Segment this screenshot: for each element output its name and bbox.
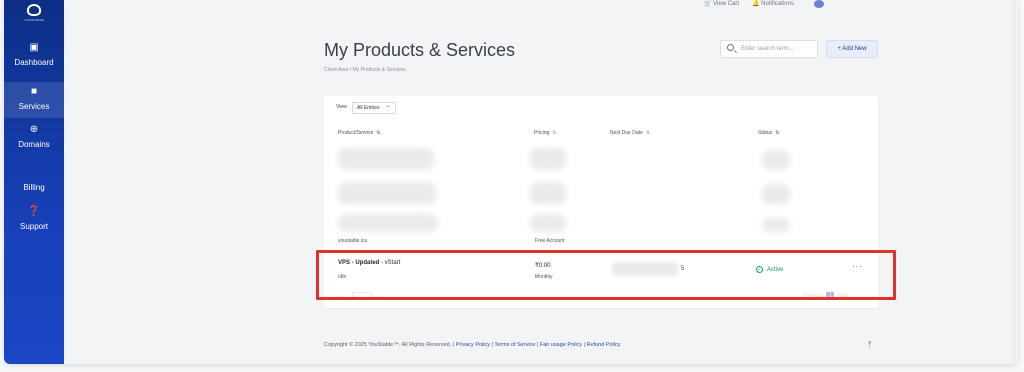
page-title: My Products & Services	[324, 40, 516, 60]
redacted-cell	[762, 150, 790, 170]
breadcrumb: Client Area / My Products & Services	[324, 67, 406, 73]
sidebar-item-label: Support	[19, 222, 49, 231]
terms-of-service-link[interactable]: Terms of Service	[494, 342, 535, 348]
logo-text: YOUSTABLE	[24, 18, 44, 22]
view-cart-link[interactable]: 🛒 View Cart	[704, 0, 739, 7]
globe-icon: ⊕	[29, 124, 39, 135]
scrollbar[interactable]	[1012, 0, 1016, 364]
sidebar-item-domains[interactable]: ⊕ Domains	[4, 124, 64, 156]
copyright-text: Copyright © 2025 YouStable™. All Rights …	[324, 342, 455, 348]
redacted-cell	[338, 148, 434, 170]
redacted-cell	[530, 214, 566, 232]
logo-icon	[27, 4, 41, 16]
redacted-cell	[530, 148, 566, 170]
sort-icon: ⇅	[645, 130, 650, 136]
search-placeholder: Enter search term...	[741, 46, 794, 52]
scroll-to-top-icon[interactable]: ⤒	[868, 340, 872, 350]
privacy-policy-link[interactable]: Privacy Policy	[456, 342, 490, 348]
redacted-cell	[762, 184, 790, 204]
refund-policy-link[interactable]: Refund Policy	[587, 342, 621, 348]
column-header-product[interactable]: Product/Service ⇅	[338, 130, 381, 136]
add-new-button[interactable]: + Add New	[826, 40, 878, 58]
sidebar: YOUSTABLE ▣ Dashboard ■ Services ⊕ Domai…	[4, 0, 64, 364]
footer: Copyright © 2025 YouStable™. All Rights …	[324, 342, 621, 348]
app-window: YOUSTABLE ▣ Dashboard ■ Services ⊕ Domai…	[4, 0, 1018, 364]
view-cart-label: View Cart	[713, 1, 740, 7]
sidebar-item-label: Services	[18, 102, 50, 111]
redacted-cell	[338, 214, 438, 232]
notifications-label: Notifications	[761, 1, 794, 7]
product-cell[interactable]: youstable.icu	[338, 238, 367, 244]
sidebar-item-billing[interactable]: Billing	[4, 183, 64, 199]
view-label: View	[336, 104, 347, 110]
sidebar-item-label: Billing	[23, 183, 45, 192]
search-input[interactable]: Enter search term...	[720, 40, 818, 58]
search-icon	[727, 44, 734, 51]
screenshot-frame: YOUSTABLE ▣ Dashboard ■ Services ⊕ Domai…	[0, 0, 1024, 372]
column-header-status[interactable]: Status ⇅	[758, 130, 779, 136]
redacted-cell	[762, 218, 790, 232]
sidebar-item-support[interactable]: ❓ Support	[4, 206, 64, 238]
sidebar-item-label: Domains	[18, 140, 50, 149]
fair-usage-policy-link[interactable]: Fair usage Policy	[540, 342, 582, 348]
view-entries-select[interactable]: All Entries	[352, 101, 396, 114]
pricing-cell: Free Account	[535, 238, 565, 244]
dashboard-icon: ▣	[29, 42, 39, 53]
sort-icon: ⇅	[552, 130, 557, 136]
redacted-cell	[530, 182, 566, 204]
brand-logo[interactable]: YOUSTABLE	[22, 4, 46, 26]
sort-icon: ⇅	[376, 130, 381, 136]
sidebar-item-dashboard[interactable]: ▣ Dashboard	[4, 40, 64, 80]
sidebar-item-services[interactable]: ■ Services	[4, 82, 64, 118]
user-avatar[interactable]	[814, 0, 824, 8]
highlight-annotation-box	[316, 250, 896, 300]
sidebar-item-label: Dashboard	[14, 58, 54, 67]
column-header-pricing[interactable]: Pricing ⇅	[534, 130, 557, 136]
column-header-next-due-date[interactable]: Next Due Date ⇅	[610, 130, 650, 136]
support-icon: ❓	[27, 206, 41, 217]
sort-icon: ⇅	[775, 130, 780, 136]
breadcrumb-client-area[interactable]: Client Area	[324, 67, 348, 73]
redacted-cell	[338, 182, 436, 204]
notifications-link[interactable]: 🔔 Notifications	[752, 0, 794, 7]
breadcrumb-current: My Products & Services	[352, 67, 406, 73]
services-icon: ■	[30, 86, 38, 97]
